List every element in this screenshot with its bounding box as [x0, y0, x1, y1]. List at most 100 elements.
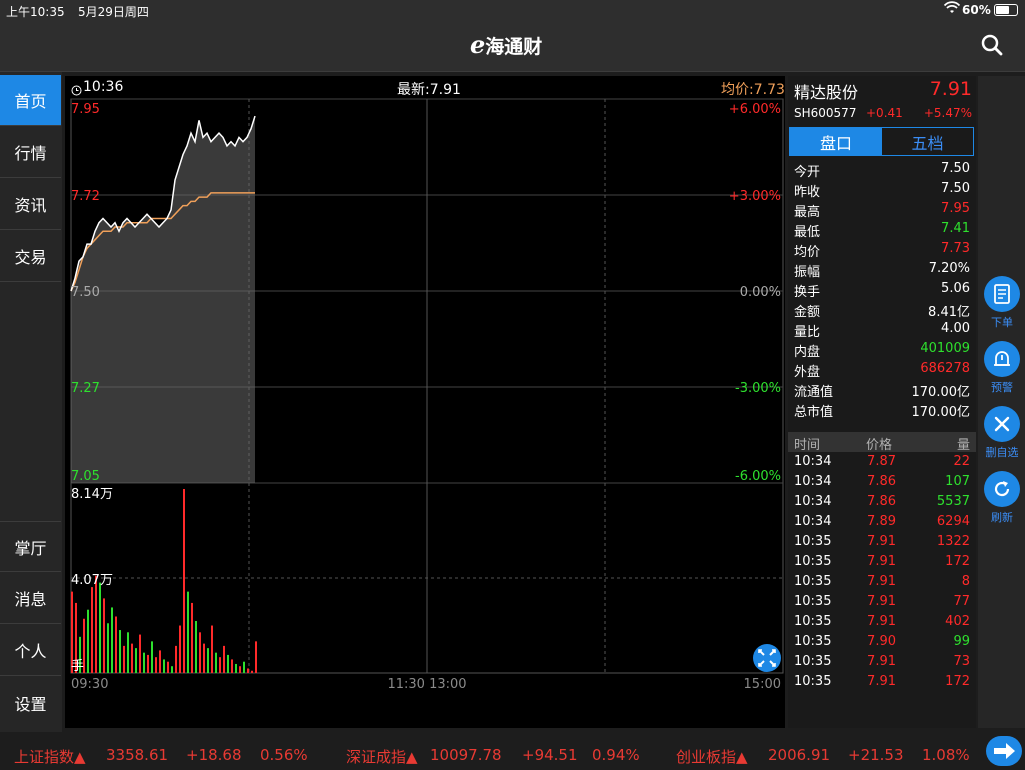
order-button[interactable]: 下单 — [982, 276, 1022, 330]
tab-order-book[interactable]: 盘口 — [790, 128, 882, 155]
volume-bar — [211, 625, 213, 673]
quote-info-panel: 精达股份 7.91 SH600577 +0.41 +5.47% 盘口 五档 今开… — [788, 76, 976, 728]
quote-stat-label: 金额 — [794, 305, 821, 320]
status-bar: 上午10:35 5月29日周四 60% — [0, 0, 1025, 20]
quote-stat-row: 最高 7.95 — [788, 199, 976, 220]
volume-bar — [219, 657, 221, 673]
wifi-icon — [943, 1, 961, 19]
trade-qty: 172 — [945, 674, 970, 689]
trade-time: 10:34 — [794, 454, 832, 469]
trade-row: 10:35 7.91 172 — [788, 552, 976, 572]
sidebar-item-market[interactable]: 行情 — [0, 127, 61, 178]
trade-row: 10:35 7.91 77 — [788, 592, 976, 612]
quote-stat-label: 振幅 — [794, 265, 821, 280]
volume-bar — [111, 607, 113, 673]
stock-price: 7.91 — [929, 78, 972, 100]
quote-stat-row: 金额 8.41亿 — [788, 299, 976, 320]
trade-qty: 402 — [945, 614, 970, 629]
trade-row: 10:35 7.91 8 — [788, 572, 976, 592]
volume-bar — [99, 582, 101, 673]
logo-text: 海通财 — [485, 36, 543, 58]
trade-price: 7.87 — [867, 454, 896, 469]
volume-bar — [183, 489, 185, 673]
volume-bar — [167, 661, 169, 673]
intraday-chart: 7.95 +6.00% 7.72 +3.00% 7.50 0.00% 7.27 -3.00% 7… — [70, 98, 784, 692]
trade-time: 10:35 — [794, 654, 832, 669]
quote-stat-value: 8.41亿 — [928, 305, 970, 320]
volume-bar — [243, 661, 245, 673]
trade-time: 10:34 — [794, 474, 832, 489]
price-axis-label: 7.27 — [71, 381, 100, 396]
sidebar-item-news[interactable]: 资讯 — [0, 179, 61, 230]
index-ticker-bar[interactable]: 上证指数▲ 3358.61 +18.68 0.56% 深证成指▲ 10097.7… — [0, 734, 1025, 768]
quote-stat-label: 量比 — [794, 325, 821, 340]
trade-row: 10:34 7.86 107 — [788, 472, 976, 492]
trade-row: 10:35 7.91 1322 — [788, 532, 976, 552]
sidebar-item-home[interactable]: 首页 — [0, 75, 61, 126]
volume-bar — [151, 641, 153, 673]
trade-price: 7.91 — [867, 674, 896, 689]
quote-stats-list: 今开 7.50 昨收 7.50 最高 7.95 最低 7.41 均价 7.73 振幅 7.20% 换手 5… — [788, 159, 976, 424]
sidebar-item-trade[interactable]: 交易 — [0, 231, 61, 282]
quote-stat-value: 7.50 — [941, 181, 970, 196]
status-time: 上午10:35 — [6, 5, 65, 19]
trades-header-price: 价格 — [866, 438, 893, 453]
quote-stat-row: 外盘 686278 — [788, 359, 976, 380]
alert-button[interactable]: 预警 — [982, 341, 1022, 395]
action-bar: 下单 预警 删自选 刷新 — [978, 76, 1025, 728]
quote-stat-value: 7.73 — [941, 241, 970, 256]
volume-bar — [187, 591, 189, 673]
sidebar-item-messages[interactable]: 消息 — [0, 573, 61, 624]
stock-change: +0.41 — [866, 106, 903, 120]
trade-row: 10:34 7.86 5537 — [788, 492, 976, 512]
remove-watchlist-button[interactable]: 删自选 — [982, 406, 1022, 460]
quote-stat-label: 外盘 — [794, 365, 821, 380]
trade-time: 10:35 — [794, 574, 832, 589]
quote-stat-row: 总市值 170.00亿 — [788, 399, 976, 420]
quote-stat-label: 换手 — [794, 285, 821, 300]
ticker-index-change: +21.53 — [848, 746, 904, 764]
order-icon — [984, 276, 1020, 312]
quote-stat-label: 内盘 — [794, 345, 821, 360]
volume-bar — [123, 645, 125, 673]
volume-bar — [247, 668, 249, 673]
quote-stat-value: 7.20% — [928, 261, 970, 276]
search-icon[interactable] — [980, 33, 1004, 57]
quote-stat-label: 总市值 — [794, 405, 834, 420]
title-bar: e海通财 — [0, 20, 1025, 72]
trades-header: 时间 价格 量 — [788, 432, 976, 453]
quote-stat-row: 最低 7.41 — [788, 219, 976, 240]
pct-axis-label: -3.00% — [735, 381, 781, 396]
ticker-index-pct: 1.08% — [922, 746, 970, 764]
price-axis-label: 7.50 — [71, 285, 100, 300]
pct-axis-label: 0.00% — [740, 285, 781, 300]
volume-bar — [203, 643, 205, 673]
intraday-chart-panel[interactable]: 10:36 最新:7.91 均价:7.73 7.95 +6.00% 7.72 +3.0… — [65, 76, 785, 728]
status-date: 5月29日周四 — [78, 5, 149, 19]
quote-stat-value: 170.00亿 — [911, 385, 971, 400]
trade-price: 7.91 — [867, 534, 896, 549]
trade-time: 10:35 — [794, 554, 832, 569]
trade-price: 7.90 — [867, 634, 896, 649]
refresh-icon — [984, 471, 1020, 507]
fullscreen-toggle-icon[interactable] — [753, 644, 781, 672]
stock-name: 精达股份 — [794, 83, 859, 102]
tab-five-levels[interactable]: 五档 — [882, 128, 973, 155]
trade-price: 7.91 — [867, 614, 896, 629]
ticker-index-name: 创业板指▲ — [676, 748, 748, 766]
refresh-button[interactable]: 刷新 — [982, 471, 1022, 525]
trade-price: 7.89 — [867, 514, 896, 529]
sidebar-item-hall[interactable]: 掌厅 — [0, 521, 61, 572]
logo-e: e — [470, 30, 486, 59]
sidebar-item-settings[interactable]: 设置 — [0, 677, 61, 728]
sidebar-item-personal[interactable]: 个人 — [0, 625, 61, 676]
trade-price: 7.91 — [867, 654, 896, 669]
quote-stat-row: 量比 4.00 — [788, 319, 976, 340]
trades-list[interactable]: 10:34 7.87 22 10:34 7.86 107 10:34 7.86 5537 10:3… — [788, 452, 976, 692]
pct-axis-label: +6.00% — [729, 102, 781, 117]
volume-bar — [91, 587, 93, 673]
ticker-index-value: 2006.91 — [768, 746, 831, 764]
volume-bar — [115, 616, 117, 673]
next-arrow-icon[interactable] — [986, 736, 1022, 766]
quote-stat-label: 最高 — [794, 205, 821, 220]
